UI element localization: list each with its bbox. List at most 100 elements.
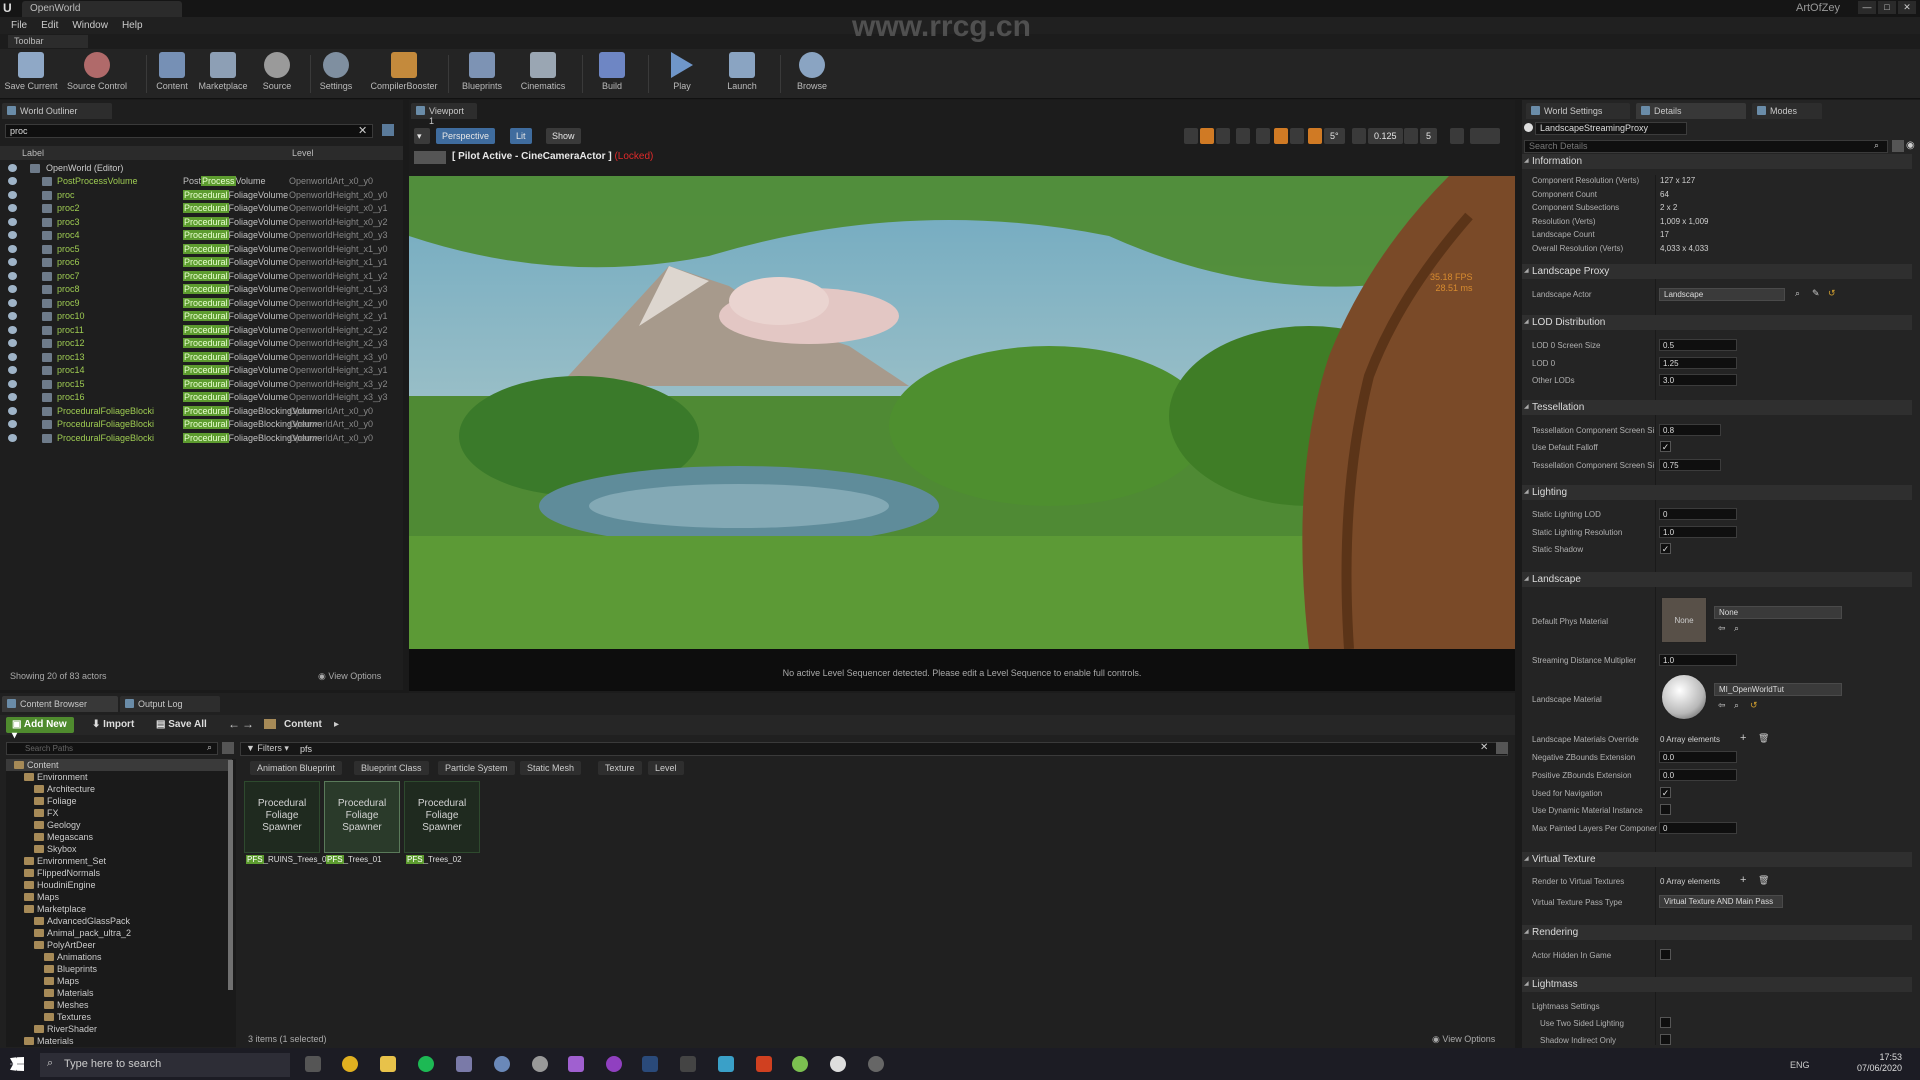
- outliner-row[interactable]: PostProcessVolume PostProcessVolume Openwo…: [0, 175, 403, 188]
- tree-folder[interactable]: Environment: [24, 772, 88, 782]
- tree-folder[interactable]: Environment_Set: [24, 856, 106, 866]
- scale-tool-icon[interactable]: [1216, 128, 1230, 144]
- close-button[interactable]: ✕: [1898, 1, 1916, 14]
- save-all-button[interactable]: ▤ Save All: [156, 719, 207, 730]
- clear-search-icon[interactable]: ✕: [1480, 742, 1488, 753]
- lightmass-settings-label[interactable]: Lightmass Settings: [1532, 1002, 1657, 1011]
- eye-icon[interactable]: [8, 190, 17, 199]
- back-icon[interactable]: ←: [228, 717, 240, 731]
- launch-button[interactable]: Launch: [718, 52, 766, 98]
- eye-icon[interactable]: [8, 366, 17, 374]
- minimize-button[interactable]: —: [1858, 1, 1876, 14]
- account-name[interactable]: ArtOfZey: [1796, 2, 1840, 14]
- tree-folder[interactable]: FlippedNormals: [24, 868, 100, 878]
- build-button[interactable]: Build: [590, 52, 634, 98]
- language-indicator[interactable]: ENG: [1790, 1060, 1810, 1070]
- max-painted-layers-input[interactable]: 0: [1659, 822, 1737, 834]
- outliner-settings-icon[interactable]: [382, 124, 394, 136]
- tree-folder[interactable]: Meshes: [44, 1000, 89, 1010]
- tree-folder[interactable]: Maps: [24, 892, 59, 902]
- negative-zbounds-input[interactable]: 0.0: [1659, 751, 1737, 763]
- grid-size-button[interactable]: [1290, 128, 1304, 144]
- filter-tab[interactable]: Particle System: [438, 761, 515, 775]
- details-search-input[interactable]: Search Details: [1524, 140, 1888, 153]
- tree-folder[interactable]: Animal_pack_ultra_2: [34, 928, 131, 938]
- asset-search-input[interactable]: [240, 742, 1508, 756]
- outliner-row[interactable]: proc ProceduralFoliageVolume OpenworldHeig…: [0, 189, 403, 202]
- add-element-icon[interactable]: +: [1740, 874, 1746, 886]
- tree-folder[interactable]: Architecture: [34, 784, 95, 794]
- category-lighting[interactable]: Lighting: [1522, 485, 1912, 500]
- tab-world-outliner[interactable]: World Outliner: [2, 103, 112, 119]
- layout-button[interactable]: [1470, 128, 1500, 144]
- other-lods-input[interactable]: 3.0: [1659, 374, 1737, 386]
- outliner-row[interactable]: proc16 ProceduralFoliageVolume OpenworldHe…: [0, 391, 403, 404]
- lod0-input[interactable]: 1.25: [1659, 357, 1737, 369]
- eye-icon[interactable]: [8, 258, 17, 266]
- tree-folder[interactable]: PolyArtDeer: [34, 940, 96, 950]
- eye-icon[interactable]: [8, 177, 17, 185]
- phys-material-dropdown[interactable]: None: [1714, 606, 1842, 619]
- viewport-scene[interactable]: [409, 176, 1515, 649]
- eye-icon[interactable]: [8, 298, 17, 307]
- tree-folder[interactable]: Content: [14, 760, 59, 770]
- category-tessellation[interactable]: Tessellation: [1522, 400, 1912, 415]
- outliner-row[interactable]: proc7 ProceduralFoliageVolume OpenworldHei…: [0, 270, 403, 283]
- app-icon[interactable]: [718, 1056, 734, 1072]
- outliner-row[interactable]: proc13 ProceduralFoliageVolume OpenworldHe…: [0, 351, 403, 364]
- cb-view-options[interactable]: ◉ View Options: [1432, 1034, 1495, 1045]
- outliner-row[interactable]: ProceduralFoliageBlocki ProceduralFoliage…: [0, 432, 403, 445]
- eye-icon[interactable]: [8, 406, 17, 415]
- tess-screen-size-input[interactable]: 0.8: [1659, 424, 1721, 436]
- property-matrix-icon[interactable]: [1892, 140, 1904, 152]
- outliner-row[interactable]: proc11 ProceduralFoliageVolume OpenworldHe…: [0, 324, 403, 337]
- add-new-button[interactable]: ▣ Add New ▾: [6, 717, 74, 741]
- view-options-icon[interactable]: ◉: [1906, 140, 1918, 152]
- tree-folder[interactable]: Megascans: [34, 832, 93, 842]
- filter-tab[interactable]: Static Mesh: [520, 761, 582, 775]
- tab-modes[interactable]: Modes: [1752, 103, 1822, 119]
- app-icon[interactable]: [756, 1056, 772, 1072]
- eye-icon[interactable]: [8, 204, 17, 212]
- forward-icon[interactable]: →: [242, 717, 254, 731]
- eye-icon[interactable]: [8, 164, 17, 172]
- eye-icon[interactable]: [8, 312, 17, 320]
- content-button[interactable]: Content: [150, 52, 194, 98]
- phys-material-thumbnail[interactable]: None: [1661, 597, 1707, 643]
- outliner-row[interactable]: proc10 ProceduralFoliageVolume OpenworldHe…: [0, 310, 403, 323]
- pilot-camera-icon[interactable]: [414, 151, 446, 164]
- column-label[interactable]: Label: [22, 148, 44, 158]
- import-button[interactable]: ⬇ Import: [92, 719, 134, 730]
- outliner-row[interactable]: proc8 ProceduralFoliageVolume OpenworldHei…: [0, 283, 403, 296]
- app-icon[interactable]: [568, 1056, 584, 1072]
- pick-icon[interactable]: ✎: [1812, 288, 1820, 299]
- filter-tab[interactable]: Blueprint Class: [354, 761, 429, 775]
- outliner-search-input[interactable]: proc: [5, 124, 373, 138]
- eye-icon[interactable]: [8, 352, 17, 361]
- tree-folder[interactable]: FX: [34, 808, 59, 818]
- toggle-sources-icon[interactable]: [222, 742, 234, 754]
- world-local-icon[interactable]: [1236, 128, 1250, 144]
- settings-button[interactable]: Settings: [314, 52, 358, 98]
- lit-button[interactable]: Lit: [510, 128, 532, 144]
- maximize-button[interactable]: □: [1878, 1, 1896, 14]
- eye-icon[interactable]: [8, 339, 17, 347]
- category-rendering[interactable]: Rendering: [1522, 925, 1912, 940]
- tree-folder[interactable]: RiverShader: [34, 1024, 97, 1034]
- eye-icon[interactable]: [8, 285, 17, 293]
- used-for-navigation-checkbox[interactable]: ✓: [1660, 787, 1671, 798]
- tab-content-browser[interactable]: Content Browser: [2, 696, 118, 712]
- static-lighting-lod-input[interactable]: 0: [1659, 508, 1737, 520]
- category-lightmass[interactable]: Lightmass: [1522, 977, 1912, 992]
- vt-pass-type-dropdown[interactable]: Virtual Texture AND Main Pass: [1659, 895, 1783, 908]
- app-icon[interactable]: [606, 1056, 622, 1072]
- taskbar-clock[interactable]: 17:53 07/06/2020: [1857, 1052, 1902, 1074]
- menu-file[interactable]: File: [4, 17, 34, 34]
- path-content[interactable]: Content: [284, 719, 322, 730]
- tree-folder[interactable]: Marketplace: [24, 904, 86, 914]
- taskbar-search[interactable]: ⌕ Type here to search: [40, 1053, 290, 1077]
- outliner-row[interactable]: proc5 ProceduralFoliageVolume OpenworldHei…: [0, 243, 403, 256]
- shadow-indirect-checkbox[interactable]: [1660, 1034, 1671, 1045]
- angle-snap-value[interactable]: 5°: [1324, 128, 1345, 144]
- eye-icon[interactable]: [8, 271, 17, 280]
